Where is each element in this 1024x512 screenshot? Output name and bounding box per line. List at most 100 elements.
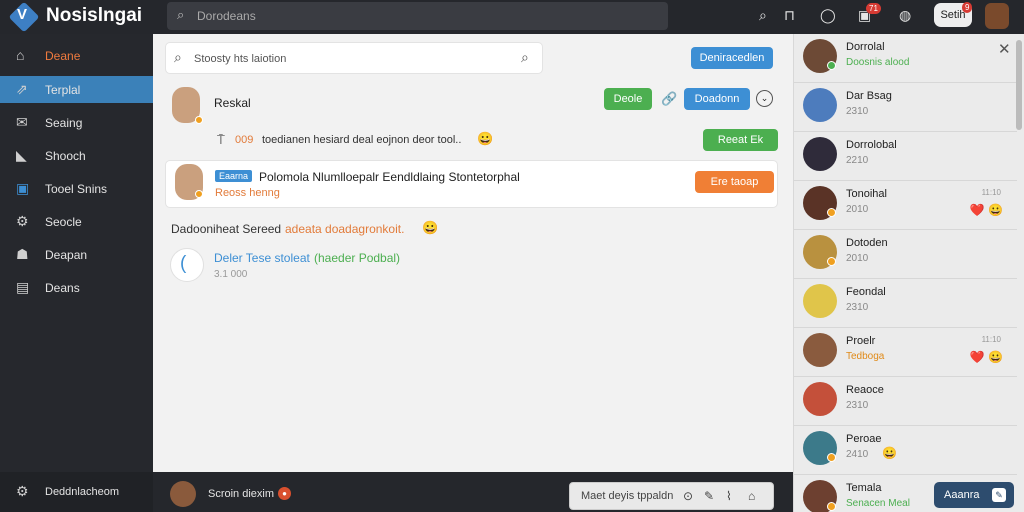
contact-item[interactable]: Peroae 2410 😀 — [794, 426, 1017, 475]
contact-status: Tedboga — [846, 351, 885, 362]
sidebar-item-stats[interactable]: ⇗ Terplal — [0, 76, 153, 103]
post-follow-button[interactable]: Deole — [604, 88, 652, 110]
sidebar-item-tools[interactable]: ▣ Tooel Snins — [0, 175, 153, 202]
chart-icon: ⇗ — [16, 81, 28, 97]
sidebar-item-home[interactable]: ⌂ Deane — [0, 42, 153, 69]
sidebar-item-people[interactable]: ☗ Deapan — [0, 241, 153, 268]
contact-name: Proelr — [846, 335, 876, 347]
mail-icon: ✉ — [16, 114, 28, 130]
app-logo-glyph: V — [17, 6, 28, 23]
status-prefix: Dadooniheat Sereed — [171, 222, 282, 236]
contact-item[interactable]: Dotoden 2010 — [794, 230, 1017, 279]
sidebar-item-mail[interactable]: ✉ Seaing — [0, 109, 153, 136]
share-avatar[interactable]: ( — [170, 248, 204, 282]
feed-search-input[interactable]: Stoosty hts laiotion — [194, 53, 286, 65]
clock-icon[interactable]: ⊙ — [683, 489, 693, 503]
person-icon: ☗ — [16, 246, 29, 262]
attach-icon[interactable]: ⌇ — [726, 489, 732, 503]
status-dot — [195, 190, 203, 198]
send-icon[interactable]: ⌂ — [748, 489, 755, 503]
contact-name: Dorrolobal — [846, 139, 897, 151]
contact-status: Senacen Meal — [846, 498, 910, 509]
contact-item[interactable]: Dorrolal Doosnis alood — [794, 34, 1017, 83]
status-emoji: 😀 — [422, 220, 439, 235]
filter-icon[interactable]: ⊓ — [784, 7, 795, 24]
composer-user-avatar[interactable] — [170, 481, 196, 507]
notice-action-button[interactable]: Ere taoap — [695, 171, 774, 193]
contacts-scrollbar[interactable] — [1016, 40, 1022, 130]
contact-name: Dotoden — [846, 237, 888, 249]
notice-title[interactable]: Polomola Nlumlloepalr Eendldlaing Stonte… — [259, 170, 520, 184]
status-dot — [827, 257, 836, 266]
sidebar-item-label: Deans — [45, 281, 80, 295]
new-chat-label: Aaanra — [944, 489, 980, 501]
link-icon[interactable]: 🔗 — [661, 91, 677, 107]
status-dot — [827, 453, 836, 462]
share-suffix: (haeder Podbal) — [314, 251, 401, 265]
new-chat-button[interactable]: Aaanra ✎ — [934, 482, 1014, 508]
sidebar-item-label: Deane — [45, 49, 81, 63]
more-options-icon[interactable]: ⌄ — [756, 90, 773, 107]
edit-icon[interactable]: ✎ — [704, 489, 714, 503]
search-icon: ⌕ — [177, 7, 185, 22]
post-author-name[interactable]: Reskal — [214, 96, 251, 110]
history-icon[interactable]: ◍ — [899, 7, 911, 24]
alerts-badge: 71 — [866, 3, 881, 14]
share-time: 3.1 000 — [214, 269, 248, 280]
sidebar-item-settings[interactable]: ⚙ Seocle — [0, 208, 153, 235]
gear-icon: ⚙ — [16, 483, 29, 499]
contact-item[interactable]: Tonoihal 2010 11:10 ❤️ 😀 — [794, 181, 1017, 230]
status-dot — [195, 116, 203, 124]
pin-icon: ⍑ — [217, 132, 225, 147]
share-title[interactable]: Deler Tese stoleat — [214, 251, 310, 265]
record-icon[interactable]: ● — [278, 487, 291, 500]
sidebar-item-label: Shooch — [45, 149, 86, 163]
message-composer[interactable]: Maet deyis tppaldn ⊙ ✎ ⌇ ⌂ — [569, 482, 774, 510]
sidebar-item-label: Terplal — [45, 83, 81, 97]
sidebar-item-label: Seocle — [45, 215, 82, 229]
contact-name: Temala — [846, 482, 882, 494]
contact-status: 2410 — [846, 449, 869, 460]
top-bar: V Nosislngai ⌕ Dorodeans ⌕ ⊓ ◯ ▣ 71 ◍ Se… — [0, 0, 1024, 34]
search-submit-button[interactable]: Deniracedlen — [691, 47, 773, 69]
search-icon[interactable]: ⌕ — [759, 7, 767, 24]
contact-status: 2310 — [846, 400, 869, 411]
sidebar-item-tags[interactable]: ◣ Shooch — [0, 142, 153, 169]
status-dot — [827, 208, 836, 217]
contact-name: Feondal — [846, 286, 886, 298]
contact-avatar — [803, 333, 837, 367]
composer-user-label: Scroin diexim — [208, 488, 275, 500]
contact-status: 2210 — [846, 155, 869, 166]
clock-icon[interactable]: ◯ — [820, 7, 836, 24]
user-avatar[interactable] — [985, 3, 1009, 29]
contact-time: 11:10 — [981, 188, 1001, 197]
app-name: Nosislngai — [46, 5, 143, 26]
post-meta-number: 009 — [235, 134, 254, 146]
gear-icon: ⚙ — [16, 213, 29, 229]
global-search-input[interactable]: Dorodeans — [197, 9, 256, 23]
global-search[interactable]: ⌕ Dorodeans — [167, 2, 668, 30]
sidebar-item-list[interactable]: ▤ Deans — [0, 274, 153, 301]
contact-item[interactable]: Proelr Tedboga 11:10 ❤️ 😀 — [794, 328, 1017, 377]
contact-item[interactable]: Feondal 2310 — [794, 279, 1017, 328]
search-icon[interactable]: ⌕ — [521, 49, 529, 66]
contact-name: Peroae — [846, 433, 882, 445]
contact-item[interactable]: Dar Bsag 2310 — [794, 83, 1017, 132]
home-icon: ⌂ — [16, 47, 25, 63]
post-action-button[interactable]: Doadonn — [684, 88, 750, 110]
contact-item[interactable]: Reaoce 2310 — [794, 377, 1017, 426]
contact-status: 2010 — [846, 204, 869, 215]
contacts-panel: ✕ Dorrolal Doosnis alood Dar Bsag 2310 D… — [793, 34, 1024, 512]
post-react-button[interactable]: Reeat Ek — [703, 129, 778, 151]
contact-item[interactable]: Dorrolobal 2210 — [794, 132, 1017, 181]
list-icon: ▤ — [16, 279, 30, 295]
notice-tag: Eaarna — [215, 170, 253, 182]
notice-subtitle: Reoss henng — [215, 187, 280, 199]
sidebar-footer[interactable]: ⚙ Deddnlacheom — [0, 472, 153, 512]
post-message: toedianen hesiard deal eojnon deor tool.… — [262, 134, 462, 146]
status-highlight: adeata doadagronkoit. — [285, 222, 405, 236]
post-emoji: 😀 — [477, 131, 494, 146]
feed-search[interactable]: ⌕ Stoosty hts laiotion ⌕ — [165, 42, 543, 74]
message-input[interactable]: Maet deyis tppaldn — [581, 490, 673, 502]
contact-avatar — [803, 137, 837, 171]
